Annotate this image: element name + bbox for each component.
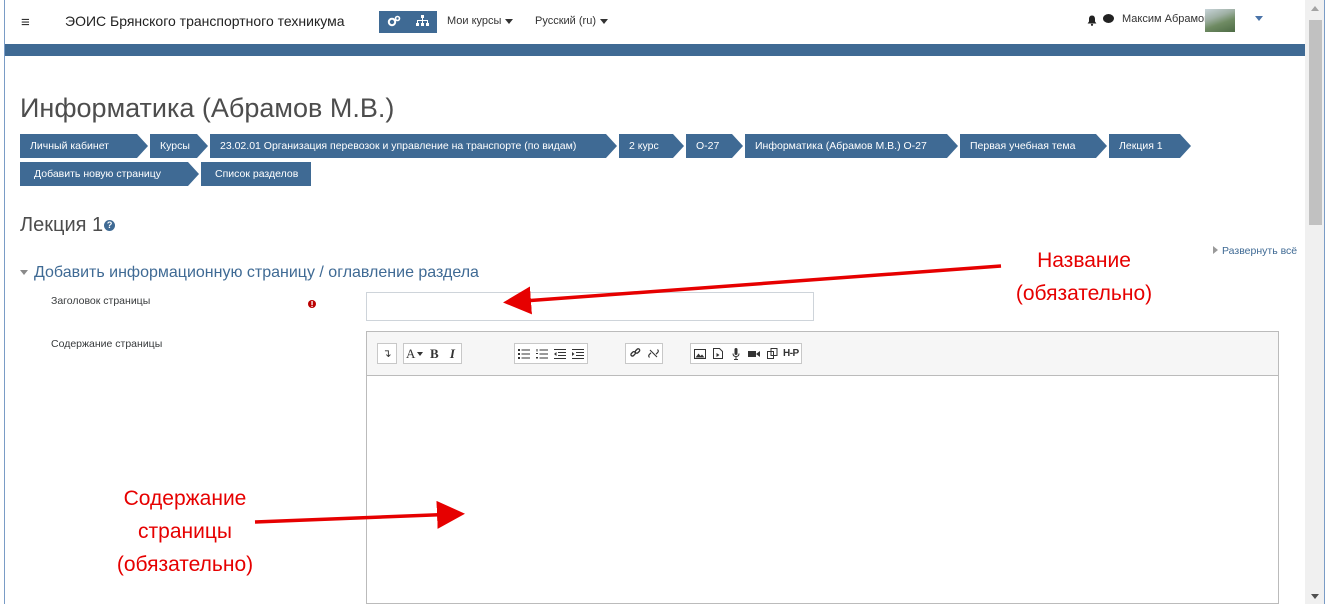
expand-all-link[interactable]: Развернуть всё — [1213, 245, 1297, 257]
site-name-link[interactable]: ЭОИС Брянского транспортного техникума — [65, 13, 344, 29]
breadcrumb-section-list[interactable]: Список разделов — [201, 162, 311, 186]
scroll-up-arrow-icon[interactable] — [1311, 6, 1319, 11]
triangle-right-icon — [1213, 246, 1218, 254]
breadcrumb-add-page[interactable]: Добавить новую страницу — [20, 162, 201, 186]
settings-gears-icon[interactable] — [387, 15, 401, 30]
toolbar-group-lists — [514, 343, 588, 364]
navbar-underline — [5, 44, 1305, 56]
hamburger-menu-icon[interactable]: ≡ — [21, 14, 30, 31]
required-icon — [308, 296, 316, 308]
content-field-label: Содержание страницы — [51, 338, 163, 350]
content-annotation-line2: страницы — [138, 520, 232, 543]
title-annotation-line2: (обязательно) — [1015, 282, 1153, 305]
page-heading-text: Лекция 1 — [20, 214, 104, 236]
caret-down-icon — [599, 18, 608, 24]
indent-icon[interactable] — [569, 344, 587, 363]
breadcrumb-topic[interactable]: Первая учебная тема — [960, 134, 1109, 158]
toolbar-group-text: A B I — [403, 343, 463, 364]
bold-button[interactable]: B — [425, 344, 443, 363]
font-style-label: A — [406, 345, 416, 361]
video-camera-icon[interactable] — [745, 344, 763, 363]
title-field-label: Заголовок страницы — [51, 295, 151, 307]
user-avatar[interactable] — [1205, 9, 1235, 32]
top-navbar: ≡ ЭОИС Брянского транспортного техникума… — [5, 0, 1305, 44]
title-input[interactable] — [366, 292, 814, 321]
bell-icon[interactable] — [1087, 13, 1097, 26]
image-icon[interactable] — [691, 344, 709, 363]
font-style-button[interactable]: A — [404, 344, 425, 363]
caret-down-icon — [505, 18, 514, 24]
breadcrumb-specialty[interactable]: 23.02.01 Организация перевозок и управле… — [210, 134, 619, 158]
section-title-text: Добавить информационную страницу / оглав… — [34, 264, 479, 281]
breadcrumb-lecture[interactable]: Лекция 1 — [1109, 134, 1193, 158]
toolbar-group-media: H-P — [690, 343, 802, 364]
content-required-annotation: Содержание страницы (обязательно) — [65, 482, 305, 581]
title-annotation-line1: Название — [1037, 249, 1131, 272]
sitemap-icon[interactable] — [416, 14, 430, 30]
toolbar-group-links — [625, 343, 663, 364]
editor-toolbar: ↴ A B I H-P — [367, 332, 1278, 376]
help-icon[interactable]: ? — [104, 220, 116, 232]
page-heading: Лекция 1? — [20, 214, 116, 237]
course-title: Информатика (Абрамов М.В.) — [20, 93, 395, 123]
breadcrumb-group[interactable]: О-27 — [686, 134, 745, 158]
language-menu[interactable]: Русский (ru) — [535, 15, 608, 27]
user-name[interactable]: Максим Абрамов — [1122, 13, 1210, 25]
content-textarea[interactable] — [367, 376, 1278, 603]
italic-button[interactable]: I — [443, 344, 461, 363]
scroll-down-arrow-icon[interactable] — [1311, 594, 1319, 599]
content-annotation-line3: (обязательно) — [116, 553, 254, 576]
user-menu-caret-icon[interactable] — [1255, 16, 1263, 21]
caret-down-icon — [417, 351, 424, 356]
ordered-list-icon[interactable] — [533, 344, 551, 363]
breadcrumb-dashboard[interactable]: Личный кабинет — [20, 134, 150, 158]
microphone-icon[interactable] — [727, 344, 745, 363]
title-required-annotation: Название (обязательно) — [971, 244, 1197, 310]
show-more-buttons-icon[interactable]: ↴ — [378, 344, 396, 363]
content-annotation-line1: Содержание — [123, 487, 247, 510]
content-editor: ↴ A B I H-P — [366, 331, 1279, 604]
section-header[interactable]: Добавить информационную страницу / оглав… — [20, 264, 479, 282]
expand-all-label: Развернуть всё — [1222, 245, 1298, 257]
language-label: Русский (ru) — [535, 15, 596, 27]
toolbar-group-toggle: ↴ — [377, 343, 397, 364]
messages-icon[interactable] — [1103, 14, 1114, 23]
my-courses-menu[interactable]: Мои курсы — [447, 15, 514, 27]
breadcrumb-courses[interactable]: Курсы — [150, 134, 210, 158]
breadcrumb-course[interactable]: Информатика (Абрамов М.В.) О-27 — [745, 134, 960, 158]
h5p-button[interactable]: H-P — [781, 344, 801, 363]
admin-tools-group — [379, 11, 437, 33]
scroll-thumb[interactable] — [1309, 20, 1322, 225]
browser-frame: ≡ ЭОИС Брянского транспортного техникума… — [4, 0, 1325, 604]
outdent-icon[interactable] — [551, 344, 569, 363]
collapse-caret-icon — [20, 270, 28, 276]
my-courses-label: Мои курсы — [447, 15, 502, 27]
link-icon[interactable] — [626, 344, 644, 363]
unordered-list-icon[interactable] — [515, 344, 533, 363]
page-scrollbar[interactable] — [1305, 0, 1324, 604]
unlink-icon[interactable] — [644, 344, 662, 363]
manage-files-icon[interactable] — [763, 344, 781, 363]
media-icon[interactable] — [709, 344, 727, 363]
breadcrumb-year[interactable]: 2 курс — [619, 134, 686, 158]
